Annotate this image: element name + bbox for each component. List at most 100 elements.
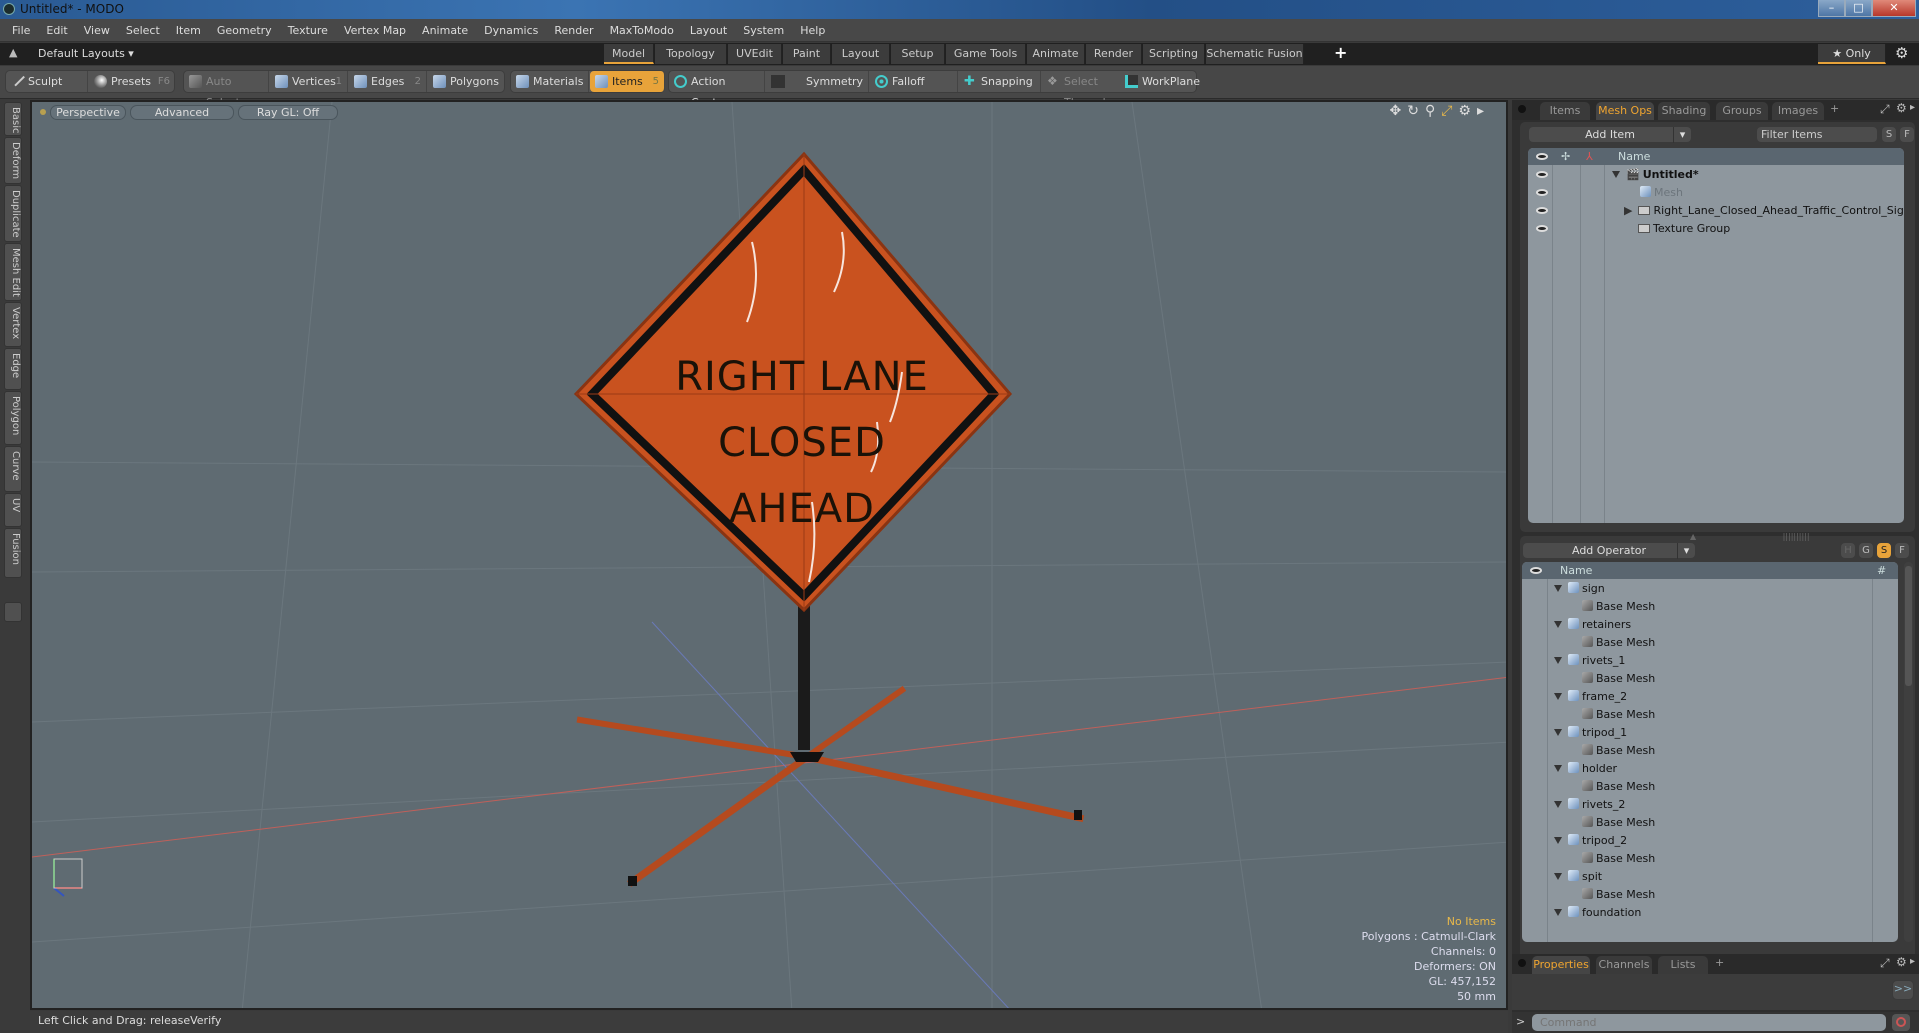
menu-help[interactable]: Help [792, 19, 833, 42]
meshop-base-mesh[interactable]: Base Mesh [1582, 670, 1655, 688]
menu-item[interactable]: Item [168, 19, 209, 42]
meshop-item[interactable]: rivets_1 [1554, 652, 1625, 670]
menu-vertex-map[interactable]: Vertex Map [336, 19, 414, 42]
tab-animate[interactable]: Animate [1027, 44, 1085, 64]
menu-animate[interactable]: Animate [414, 19, 476, 42]
expand-icon[interactable] [1554, 909, 1562, 916]
h-button[interactable]: H [1840, 542, 1856, 559]
tab-groups[interactable]: Groups [1716, 102, 1768, 120]
add-tab-button[interactable]: + [1334, 43, 1347, 62]
tab-channels[interactable]: Channels [1596, 956, 1652, 974]
visibility-toggle-icon[interactable] [1536, 207, 1548, 214]
tab-topology[interactable]: Topology [655, 44, 727, 64]
minimize-button[interactable]: – [1818, 0, 1845, 17]
panel-arrow-icon[interactable]: ▸ [1910, 102, 1915, 113]
raygl-button[interactable]: Ray GL: Off [238, 105, 338, 120]
panel-gear-icon[interactable]: ⚙ [1896, 101, 1907, 115]
f-button[interactable]: F [1894, 542, 1910, 559]
tab-mesh-ops[interactable]: Mesh Ops [1596, 102, 1654, 120]
tab-items[interactable]: Items [1540, 102, 1590, 120]
meshop-base-mesh[interactable]: Base Mesh [1582, 634, 1655, 652]
item-tree-row[interactable]: Mesh [1528, 184, 1904, 202]
rotate-icon[interactable]: ↻ [1407, 103, 1425, 119]
tab-properties[interactable]: Properties [1532, 956, 1590, 974]
menu-file[interactable]: File [0, 19, 38, 42]
menu-dynamics[interactable]: Dynamics [476, 19, 546, 42]
meshop-base-mesh[interactable]: Base Mesh [1582, 814, 1655, 832]
expand-icon[interactable] [1554, 729, 1562, 736]
menu-select[interactable]: Select [118, 19, 168, 42]
tab-uv[interactable]: UV [4, 493, 22, 527]
menu-geometry[interactable]: Geometry [209, 19, 280, 42]
symmetry-button[interactable]: Symmetry [766, 71, 869, 92]
items-button[interactable]: Items 5 [590, 71, 665, 92]
command-input[interactable] [1532, 1014, 1886, 1031]
tab-shading[interactable]: Shading [1658, 102, 1710, 120]
filter-s-button[interactable]: S [1881, 126, 1897, 143]
maximize-icon[interactable]: ⤢ [1441, 103, 1458, 119]
layout-up-icon[interactable]: ▲ [9, 46, 17, 59]
add-tab-icon[interactable]: + [1715, 956, 1724, 969]
menu-view[interactable]: View [76, 19, 118, 42]
pan-icon[interactable]: ✥ [1389, 103, 1407, 119]
meshop-item[interactable]: holder [1554, 760, 1617, 778]
expand-icon[interactable] [1554, 873, 1562, 880]
add-tab-icon[interactable]: + [1830, 102, 1839, 115]
meshop-item[interactable]: foundation [1554, 904, 1641, 922]
menu-texture[interactable]: Texture [280, 19, 336, 42]
add-operator-button[interactable]: Add Operator ▾ [1522, 542, 1696, 559]
g-button[interactable]: G [1858, 542, 1874, 559]
tab-game-tools[interactable]: Game Tools [946, 44, 1026, 64]
view-mode-button[interactable]: Perspective [50, 105, 126, 120]
expand-icon[interactable] [1554, 657, 1562, 664]
tab-basic[interactable]: Basic [4, 102, 22, 136]
item-tree-row[interactable]: Texture Group [1528, 220, 1904, 238]
add-operator-dropdown-icon[interactable]: ▾ [1677, 543, 1695, 559]
record-button[interactable] [1892, 1014, 1910, 1031]
shading-button[interactable]: Advanced [130, 105, 234, 120]
tab-curve[interactable]: Curve [4, 446, 22, 492]
meshop-base-mesh[interactable]: Base Mesh [1582, 598, 1655, 616]
polygons-button[interactable]: Polygons [428, 71, 504, 92]
meshop-item[interactable]: rivets_2 [1554, 796, 1625, 814]
meshop-item[interactable]: tripod_2 [1554, 832, 1627, 850]
edges-button[interactable]: Edges 2 [349, 71, 427, 92]
filter-f-button[interactable]: F [1899, 126, 1915, 143]
tab-schematic-fusion[interactable]: Schematic Fusion [1206, 44, 1304, 64]
gear-icon[interactable]: ⚙ [1895, 44, 1908, 62]
snapping-button[interactable]: ✚ Snapping [959, 71, 1041, 92]
vertices-button[interactable]: Vertices 1 [270, 71, 348, 92]
expand-icon[interactable] [1554, 585, 1562, 592]
tab-lists[interactable]: Lists [1658, 956, 1708, 974]
collapse-arrow-icon[interactable]: ▶ [1624, 204, 1632, 217]
expand-icon[interactable] [1612, 171, 1620, 178]
menu-edit[interactable]: Edit [38, 19, 75, 42]
meshop-base-mesh[interactable]: Base Mesh [1582, 778, 1655, 796]
tab-duplicate[interactable]: Duplicate [4, 185, 22, 242]
maximize-button[interactable]: □ [1845, 0, 1872, 17]
meshop-item[interactable]: tripod_1 [1554, 724, 1627, 742]
viewport-menu-arrow-icon[interactable]: ▸ [1477, 103, 1490, 119]
splitter-handle[interactable]: ▲ |||||||||| [1690, 532, 1810, 541]
meshop-base-mesh[interactable]: Base Mesh [1582, 706, 1655, 724]
panel-expand-icon[interactable]: ⤢ [1880, 956, 1890, 971]
s-button[interactable]: S [1876, 542, 1892, 559]
tab-vertex[interactable]: Vertex [4, 302, 22, 347]
meshop-base-mesh[interactable]: Base Mesh [1582, 886, 1655, 904]
expand-icon[interactable] [1554, 801, 1562, 808]
panel-expand-icon[interactable]: ⤢ [1880, 102, 1890, 117]
expand-icon[interactable] [1554, 693, 1562, 700]
add-item-button[interactable]: Add Item ▾ [1528, 126, 1692, 143]
auto-select-button[interactable]: Auto Select [184, 71, 269, 109]
falloff-button[interactable]: Falloff [870, 71, 958, 92]
expand-properties-button[interactable]: >> [1892, 980, 1914, 1000]
presets-button[interactable]: Presets F6 [89, 71, 175, 92]
close-button[interactable]: ✕ [1872, 0, 1916, 17]
tab-paint[interactable]: Paint [783, 44, 831, 64]
tab-render[interactable]: Render [1086, 44, 1142, 64]
tab-fusion[interactable]: Fusion [4, 528, 22, 578]
menu-maxtomodo[interactable]: MaxToModo [602, 19, 682, 42]
item-tree-row[interactable]: 🎬 Untitled* [1528, 166, 1904, 184]
default-layouts-dropdown[interactable]: Default Layouts ▾ [38, 47, 134, 60]
sculpt-button[interactable]: Sculpt [6, 71, 88, 92]
